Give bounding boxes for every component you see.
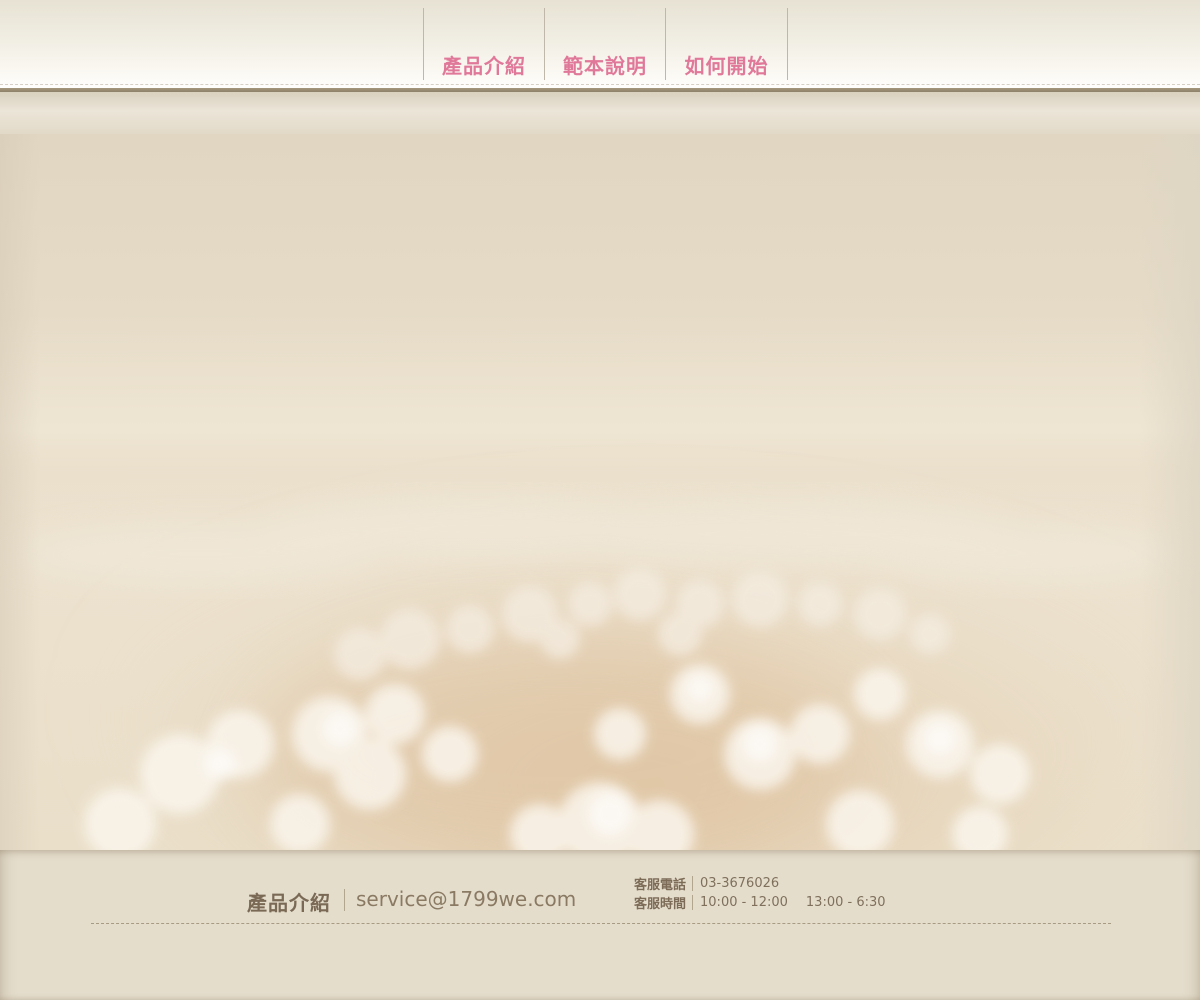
footer-separator [344, 889, 345, 911]
page: 產品介紹 範本說明 如何開始 產品介紹 service@1799we.com 客… [0, 0, 1200, 1000]
contact-separator [692, 894, 694, 910]
contact-separator [692, 875, 694, 891]
footer-dashed-divider [91, 923, 1111, 924]
footer-email-link[interactable]: service@1799we.com [356, 887, 576, 911]
nav-item-getting-started[interactable]: 如何開始 [665, 8, 788, 80]
hours-label: 客服時間 [634, 896, 687, 912]
hours-afternoon: 13:00 - 6:30 [805, 894, 886, 910]
phone-label: 客服電話 [634, 877, 687, 893]
header-shadow [0, 92, 1200, 134]
footer: 產品介紹 service@1799we.com 客服電話 03-3676026 … [0, 850, 1200, 1000]
phone-value: 03-3676026 [700, 875, 780, 891]
main-nav: 產品介紹 範本說明 如何開始 [423, 8, 788, 80]
nav-item-templates[interactable]: 範本說明 [544, 8, 665, 80]
header: 產品介紹 範本說明 如何開始 [0, 0, 1200, 92]
contact-phone-row: 客服電話 03-3676026 [634, 874, 780, 893]
nav-item-label: 產品介紹 [442, 54, 526, 78]
contact-hours-row: 客服時間 10:00 - 12:00 13:00 - 6:30 [634, 893, 886, 912]
nav-item-label: 如何開始 [684, 54, 769, 78]
cloud-image [0, 314, 1200, 850]
footer-brand[interactable]: 產品介紹 [247, 887, 331, 916]
left-edge-shadow [0, 134, 40, 850]
nav-item-products[interactable]: 產品介紹 [423, 8, 544, 80]
right-edge-shadow [1140, 134, 1200, 850]
hours-morning: 10:00 - 12:00 [700, 894, 788, 910]
nav-item-label: 範本說明 [563, 54, 647, 78]
hero-cloud-background [0, 134, 1200, 850]
header-dashed-divider [0, 84, 1200, 85]
